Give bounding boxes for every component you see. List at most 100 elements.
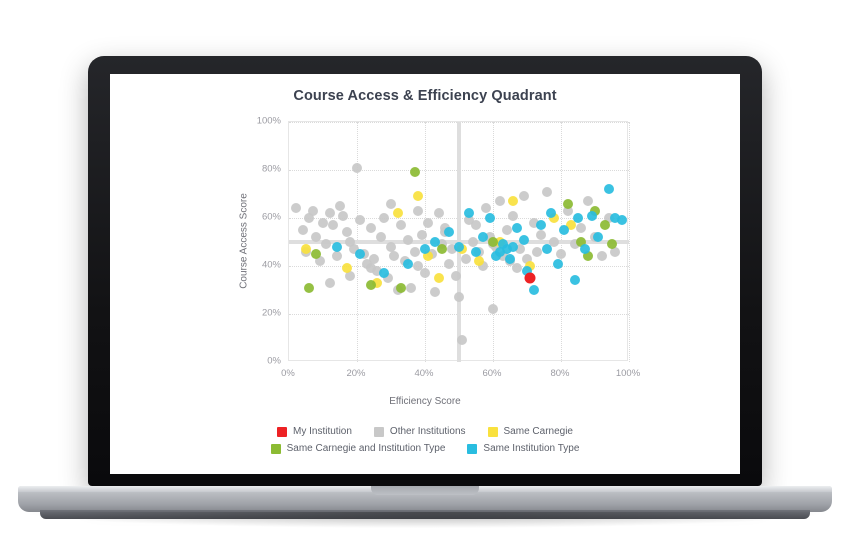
scatter-point[interactable] <box>352 162 362 173</box>
scatter-point[interactable] <box>338 210 349 221</box>
scatter-point[interactable] <box>443 258 454 269</box>
scatter-point[interactable] <box>583 196 594 207</box>
scatter-point[interactable] <box>535 229 546 240</box>
scatter-point[interactable] <box>423 217 434 228</box>
scatter-point[interactable] <box>389 251 400 262</box>
scatter-point[interactable] <box>508 196 519 207</box>
scatter-point[interactable] <box>524 272 536 284</box>
scatter-point[interactable] <box>430 237 441 247</box>
legend-item[interactable]: Same Institution Type <box>467 443 579 454</box>
scatter-point[interactable] <box>457 335 468 346</box>
scatter-point[interactable] <box>307 205 318 216</box>
scatter-point[interactable] <box>406 282 417 293</box>
scatter-point[interactable] <box>477 232 488 243</box>
scatter-point[interactable] <box>341 263 352 274</box>
scatter-point[interactable] <box>335 201 345 211</box>
scatter-point[interactable] <box>464 208 475 219</box>
scatter-point[interactable] <box>355 215 366 226</box>
scatter-point[interactable] <box>607 239 617 250</box>
scatter-point[interactable] <box>301 244 311 255</box>
scatter-point[interactable] <box>311 249 322 259</box>
scatter-point[interactable] <box>392 208 403 219</box>
scatter-point[interactable] <box>328 220 339 231</box>
legend-item[interactable]: Same Carnegie and Institution Type <box>270 443 445 454</box>
scatter-point[interactable] <box>331 241 342 252</box>
scatter-point[interactable] <box>528 285 539 295</box>
scatter-point[interactable] <box>562 198 573 209</box>
scatter-point[interactable] <box>450 270 461 281</box>
scatter-point[interactable] <box>386 198 396 209</box>
scatter-point[interactable] <box>505 253 515 264</box>
scatter-point[interactable] <box>443 227 454 238</box>
scatter-point[interactable] <box>454 241 464 252</box>
scatter-point[interactable] <box>341 227 352 238</box>
scatter-point[interactable] <box>573 213 583 223</box>
scatter-point[interactable] <box>433 208 444 219</box>
scatter-point[interactable] <box>542 186 553 197</box>
scatter-point[interactable] <box>596 251 607 262</box>
legend-item[interactable]: Same Carnegie <box>487 426 573 437</box>
scatter-point[interactable] <box>474 256 485 267</box>
scatter-point[interactable] <box>433 273 444 283</box>
scatter-point[interactable] <box>365 280 376 291</box>
scatter-point[interactable] <box>617 215 628 226</box>
scatter-point[interactable] <box>409 246 420 257</box>
scatter-point[interactable] <box>304 282 315 293</box>
scatter-point[interactable] <box>545 208 556 219</box>
scatter-point[interactable] <box>290 203 301 214</box>
scatter-point[interactable] <box>379 213 390 223</box>
scatter-point[interactable] <box>460 253 471 264</box>
scatter-point[interactable] <box>532 246 543 257</box>
scatter-point[interactable] <box>593 232 604 243</box>
legend-item[interactable]: Other Institutions <box>373 426 466 437</box>
scatter-point[interactable] <box>297 225 308 235</box>
scatter-point[interactable] <box>403 234 413 245</box>
scatter-point[interactable] <box>494 246 505 257</box>
scatter-point[interactable] <box>467 237 478 247</box>
scatter-point[interactable] <box>603 184 614 195</box>
scatter-point[interactable] <box>556 249 566 259</box>
legend-item[interactable]: My Institution <box>277 426 352 437</box>
scatter-point[interactable] <box>600 220 611 231</box>
scatter-point[interactable] <box>586 210 597 221</box>
scatter-point[interactable] <box>471 220 481 231</box>
scatter-point[interactable] <box>386 241 396 252</box>
scatter-point[interactable] <box>413 191 424 202</box>
scatter-point[interactable] <box>420 268 430 279</box>
scatter-point[interactable] <box>331 251 342 262</box>
scatter-point[interactable] <box>559 225 570 235</box>
scatter-point[interactable] <box>409 167 420 178</box>
scatter-point[interactable] <box>471 246 481 257</box>
scatter-point[interactable] <box>365 263 376 274</box>
scatter-point[interactable] <box>552 258 563 269</box>
scatter-point[interactable] <box>488 304 498 315</box>
scatter-point[interactable] <box>403 258 413 269</box>
scatter-point[interactable] <box>576 222 587 233</box>
scatter-point[interactable] <box>484 213 495 223</box>
scatter-point[interactable] <box>355 249 366 259</box>
scatter-point[interactable] <box>518 191 529 202</box>
scatter-point[interactable] <box>579 244 590 255</box>
scatter-point[interactable] <box>379 268 390 279</box>
scatter-point[interactable] <box>324 208 335 219</box>
scatter-point[interactable] <box>535 220 546 231</box>
scatter-point[interactable] <box>481 203 492 214</box>
scatter-point[interactable] <box>569 275 580 286</box>
scatter-point[interactable] <box>311 232 322 243</box>
scatter-point[interactable] <box>488 237 498 247</box>
scatter-point[interactable] <box>518 234 529 245</box>
scatter-point[interactable] <box>420 244 430 255</box>
scatter-point[interactable] <box>413 205 424 216</box>
scatter-point[interactable] <box>511 222 522 233</box>
scatter-point[interactable] <box>324 277 335 288</box>
scatter-point[interactable] <box>318 217 328 228</box>
scatter-point[interactable] <box>369 253 379 264</box>
scatter-point[interactable] <box>542 244 553 255</box>
scatter-point[interactable] <box>396 220 407 231</box>
scatter-point[interactable] <box>321 239 332 250</box>
scatter-point[interactable] <box>365 222 376 233</box>
scatter-point[interactable] <box>508 210 519 221</box>
scatter-point[interactable] <box>375 232 386 243</box>
scatter-point[interactable] <box>454 292 464 303</box>
scatter-point[interactable] <box>416 229 427 240</box>
